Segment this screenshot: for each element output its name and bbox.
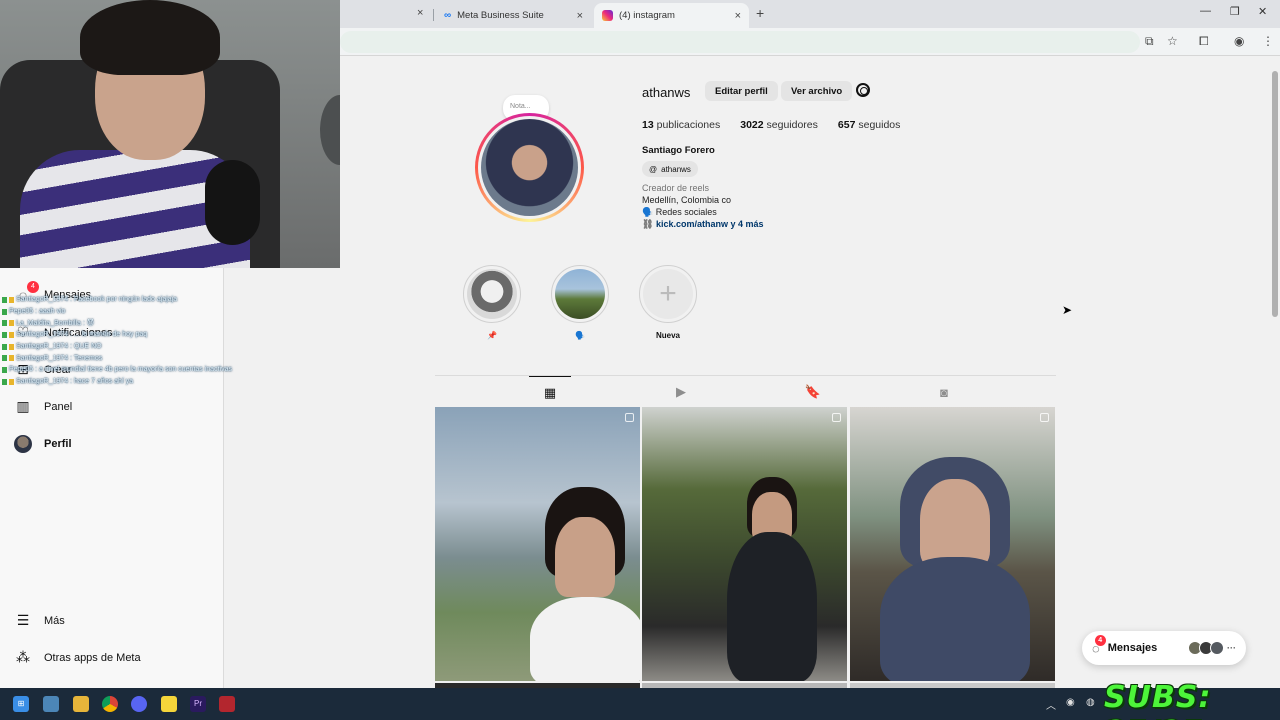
tab-tagged[interactable]: ◙ xyxy=(923,376,965,408)
tab-instagram[interactable]: (4) instagram × xyxy=(594,3,749,28)
settings-gear-icon[interactable] xyxy=(856,83,870,97)
carousel-icon xyxy=(625,413,634,422)
threads-badge[interactable]: @ athanws xyxy=(642,161,698,177)
more-icon: ··· xyxy=(1227,643,1236,653)
threads-icon: @ xyxy=(649,164,658,174)
messenger-icon: ◌ 4 xyxy=(1092,634,1106,656)
file-explorer-icon[interactable] xyxy=(73,696,89,712)
messages-floating-button[interactable]: ◌ 4 Mensajes ··· xyxy=(1082,631,1246,665)
notification-badge: 4 xyxy=(1094,634,1106,646)
chat-message: SantiagoR_1974 : Facebook por ningún lad… xyxy=(2,294,242,306)
chat-message: Pepe05 : aaah vio xyxy=(2,306,242,318)
menu-icon: ☰ xyxy=(16,612,30,628)
window-close-icon[interactable]: ✕ xyxy=(1258,5,1267,18)
profile-bio-line: 🗣️ Redes sociales xyxy=(642,207,717,217)
mouse-cursor-icon: ➤ xyxy=(1062,303,1073,317)
page-scrollbar[interactable] xyxy=(1270,57,1280,688)
chat-message: SantiagoR_1974 : hace 7 años ahí ya xyxy=(2,376,242,388)
profile-icon[interactable]: ◉ xyxy=(1234,34,1244,48)
grid-icon: ▦ xyxy=(543,384,557,400)
tab-separator xyxy=(433,9,434,21)
tab-saved[interactable]: 🔖 xyxy=(792,376,834,408)
avatar xyxy=(14,435,32,453)
premiere-icon[interactable]: Pr xyxy=(190,696,206,712)
sidebar-item-mas[interactable]: ☰ Más xyxy=(14,612,65,629)
following-stat[interactable]: 657 seguidos xyxy=(838,119,900,131)
edit-profile-button[interactable]: Editar perfil xyxy=(705,81,778,101)
chat-message: SantiagoR_1974 : ... lo mando de hoy paq xyxy=(2,329,242,341)
carousel-icon xyxy=(1040,413,1049,422)
note-text: Nota... xyxy=(510,103,531,110)
sticky-notes-icon[interactable] xyxy=(161,696,177,712)
post-thumbnail[interactable] xyxy=(435,407,640,681)
photos-app-icon[interactable] xyxy=(43,696,59,712)
sidebar-item-otras-apps[interactable]: ⁂ Otras apps de Meta xyxy=(14,649,141,666)
new-tab-button[interactable]: + xyxy=(756,5,764,21)
profile-page: Nota... athanws Editar perfil Ver archiv… xyxy=(340,57,1270,693)
profile-stats: 13 publicaciones 3022 seguidores 657 seg… xyxy=(642,119,900,131)
tagged-icon: ◙ xyxy=(940,384,948,400)
extensions-icon[interactable]: ⧠ xyxy=(1199,34,1209,49)
profile-username: athanws xyxy=(642,85,691,100)
highlight-item[interactable]: 🗣️ xyxy=(550,265,610,340)
tab-posts[interactable]: ▦ xyxy=(529,376,571,408)
tray-chevron-icon[interactable]: ︿ xyxy=(1046,697,1056,712)
tab-meta-business-suite[interactable]: ∞ Meta Business Suite × xyxy=(436,3,591,28)
tab-title: Meta Business Suite xyxy=(457,10,544,21)
discord-icon[interactable] xyxy=(131,696,147,712)
view-archive-button[interactable]: Ver archivo xyxy=(781,81,853,101)
browser-menu-icon[interactable]: ⋮ xyxy=(1262,34,1274,48)
webcam-overlay xyxy=(0,0,340,268)
tab-title: (4) instagram xyxy=(619,10,675,21)
bookmark-star-icon[interactable]: ☆ xyxy=(1167,34,1178,48)
voicemeeter-icon[interactable] xyxy=(219,696,235,712)
profile-full-name: Santiago Forero xyxy=(642,145,715,156)
profile-link[interactable]: ⛓ kick.com/athanw y 4 más xyxy=(642,219,764,230)
minimize-icon[interactable]: — xyxy=(1200,5,1211,17)
highlight-item[interactable]: 📌 xyxy=(462,265,522,340)
chat-message: SantiagoR_1974 : Tenemos xyxy=(2,352,242,364)
chat-message: Pepe05 : a nivel mundial tiene 4b pero l… xyxy=(2,364,242,376)
windows-start-icon[interactable]: ⊞ xyxy=(13,696,29,712)
chrome-icon[interactable] xyxy=(102,696,118,712)
followers-stat[interactable]: 3022 seguidores xyxy=(740,119,818,131)
tray-discord-icon[interactable]: ◉ xyxy=(1066,697,1075,708)
tab-close-icon[interactable]: × xyxy=(735,10,741,22)
new-highlight-button[interactable]: + Nueva xyxy=(638,265,698,340)
notification-badge: 4 xyxy=(27,281,39,293)
carousel-icon xyxy=(832,413,841,422)
install-app-icon[interactable]: ⧉ xyxy=(1145,34,1154,49)
reels-icon: ▶ xyxy=(676,384,686,399)
tray-steam-icon[interactable]: ◍ xyxy=(1086,697,1095,708)
chart-icon: ▥ xyxy=(16,398,30,414)
sidebar-item-panel[interactable]: ▥ Panel xyxy=(14,398,72,415)
sidebar-item-perfil[interactable]: Perfil xyxy=(14,435,72,453)
chat-avatars: ··· xyxy=(1188,641,1236,655)
posts-stat: 13 publicaciones xyxy=(642,119,721,131)
instagram-logo-icon xyxy=(602,10,613,21)
tab-reels[interactable]: ▶ xyxy=(660,376,702,408)
subs-counter-overlay: SUBS: 25/25 xyxy=(1104,680,1212,720)
stream-chat-overlay: SantiagoR_1974 : Facebook por ningún lad… xyxy=(2,294,242,388)
profile-tabs: ▦ ▶ 🔖 ◙ xyxy=(435,375,1056,407)
bookmark-icon: 🔖 xyxy=(804,384,822,399)
tab-close-icon[interactable]: × xyxy=(577,10,583,22)
profile-category: Creador de reels xyxy=(642,183,710,193)
restore-icon[interactable]: ❐ xyxy=(1230,5,1240,18)
profile-location: Medellín, Colombia co xyxy=(642,195,732,205)
post-thumbnail[interactable] xyxy=(642,407,847,681)
link-icon: ⛓ xyxy=(642,219,654,229)
meta-logo-icon: ∞ xyxy=(444,10,452,21)
windows-taskbar: ⊞ Pr ︿ ◉ ◍ xyxy=(0,688,1280,720)
tab-close-icon[interactable]: × xyxy=(417,7,423,19)
microphone-icon xyxy=(205,160,260,245)
post-thumbnail[interactable] xyxy=(850,407,1055,681)
chat-message: SantiagoR_1974 : QUE NO xyxy=(2,341,242,353)
profile-avatar[interactable] xyxy=(475,113,584,222)
plus-icon: + xyxy=(643,269,693,319)
address-input[interactable] xyxy=(340,31,1140,53)
apps-icon: ⁂ xyxy=(16,649,30,665)
chat-message: La_Maldita_Bombilla : 😈 xyxy=(2,317,242,329)
